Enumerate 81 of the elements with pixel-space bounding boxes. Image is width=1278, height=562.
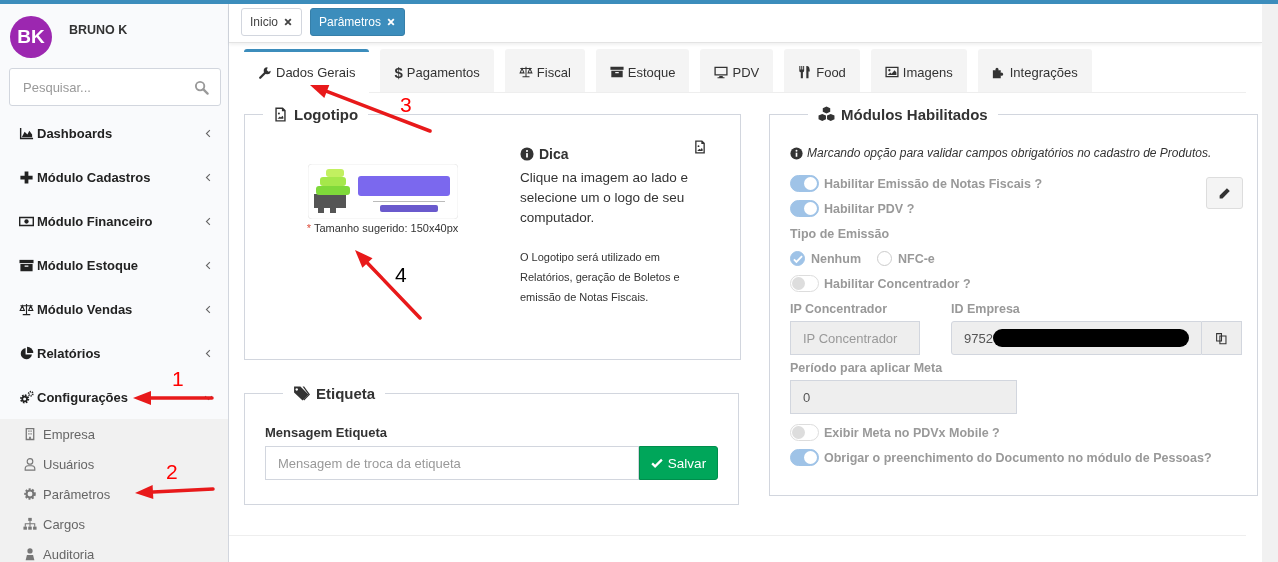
menu-item[interactable]: Relatórios bbox=[0, 342, 228, 364]
tags-icon bbox=[293, 384, 310, 402]
tab[interactable]: Integrações bbox=[977, 49, 1092, 92]
field-label: Período para aplicar Meta bbox=[790, 359, 944, 377]
info-icon bbox=[520, 147, 534, 161]
field-label: IP Concentrador bbox=[790, 300, 888, 318]
tip-text: Clique na imagem ao lado e selecione um o logo de seu computador. bbox=[520, 169, 690, 227]
hierarchy-icon bbox=[23, 517, 37, 531]
user-avatar: BK bbox=[10, 16, 52, 58]
field-label: Mensagem Etiqueta bbox=[265, 425, 389, 440]
menu-item[interactable]: Módulo Estoque bbox=[0, 254, 228, 276]
user-icon bbox=[23, 457, 37, 471]
submenu-item[interactable]: Empresa bbox=[23, 424, 96, 444]
tab[interactable]: Food bbox=[784, 49, 860, 92]
dollar-icon: $ bbox=[394, 63, 403, 81]
toggle-label: Exibir Meta no PDVx Mobile ? bbox=[824, 425, 1000, 440]
tip-title: Dica bbox=[539, 146, 569, 162]
submenu-item[interactable]: Cargos bbox=[23, 514, 85, 534]
search-field[interactable]: Pesquisar... bbox=[9, 68, 221, 106]
menu-item[interactable]: Módulo Vendas bbox=[0, 298, 228, 320]
check-icon bbox=[650, 457, 663, 469]
size-hint: * Tamanho sugerido: 150x40px bbox=[306, 222, 459, 234]
tab[interactable]: Dados Gerais bbox=[244, 49, 370, 93]
scale-icon bbox=[19, 301, 34, 317]
page-tab[interactable]: Inicio bbox=[241, 8, 302, 36]
pie-chart-icon bbox=[19, 345, 34, 361]
scale-icon bbox=[518, 65, 533, 79]
chart-icon bbox=[19, 125, 34, 141]
close-icon bbox=[386, 17, 397, 27]
section-title: Módulos Habilitados bbox=[808, 104, 998, 124]
submenu-item[interactable]: Usuários bbox=[23, 454, 95, 474]
toggle-label: Habilitar PDV ? bbox=[824, 201, 915, 216]
pencil-icon bbox=[1217, 186, 1231, 200]
image-icon bbox=[884, 65, 899, 79]
box-icon bbox=[609, 65, 624, 79]
menu-item[interactable]: Módulo Cadastros bbox=[0, 166, 228, 188]
image-file-icon bbox=[693, 140, 707, 154]
annotation-number: 2 bbox=[166, 460, 178, 483]
gear-icon bbox=[23, 487, 37, 501]
wrench-icon bbox=[258, 65, 272, 80]
submenu-item[interactable]: Parâmetros bbox=[23, 484, 111, 504]
tab[interactable]: Fiscal bbox=[504, 49, 585, 92]
search-icon bbox=[194, 80, 209, 95]
submenu-item[interactable]: Auditoria bbox=[23, 544, 95, 562]
close-icon bbox=[283, 17, 293, 27]
image-file-icon bbox=[273, 106, 288, 122]
toggle-label: Habilitar Emissão de Notas Fiscais ? bbox=[824, 176, 1043, 191]
field-label: Tipo de Emissão bbox=[790, 225, 891, 243]
radio-label: NFC-e bbox=[898, 251, 935, 266]
annotation-number: 3 bbox=[400, 93, 412, 116]
menu-item[interactable]: Dashboards bbox=[0, 122, 228, 144]
tab[interactable]: Estoque bbox=[595, 49, 690, 92]
tab[interactable]: PDV bbox=[700, 49, 774, 92]
gears-icon bbox=[19, 389, 34, 405]
building-icon bbox=[23, 427, 37, 441]
box-icon bbox=[19, 257, 34, 273]
info-note: Marcando opção para validar campos obrigatórios no cadastro de Produtos. bbox=[807, 146, 1212, 160]
toggle-label: Habilitar Concentrador ? bbox=[824, 276, 971, 291]
menu-item[interactable]: Módulo Financeiro bbox=[0, 210, 228, 232]
cubes-icon bbox=[818, 105, 835, 123]
tab[interactable]: Imagens bbox=[870, 49, 967, 92]
fork-knife-icon bbox=[798, 65, 813, 79]
field-label: ID Empresa bbox=[951, 300, 1021, 318]
check-icon bbox=[792, 253, 803, 264]
annotation-arrow bbox=[355, 250, 422, 320]
puzzle-icon bbox=[991, 65, 1006, 79]
user-name: BRUNO K bbox=[69, 23, 128, 39]
copy-icon bbox=[1214, 331, 1228, 345]
section-title: Logotipo bbox=[263, 104, 369, 124]
monitor-icon bbox=[714, 65, 729, 79]
section-title: Etiqueta bbox=[283, 383, 386, 403]
annotation-number: 4 bbox=[395, 263, 407, 286]
radio-label: Nenhum bbox=[811, 251, 861, 266]
plus-icon bbox=[19, 169, 34, 185]
toggle-label: Obrigar o preenchimento do Documento no módulo de Pessoas? bbox=[824, 450, 1212, 465]
usage-text: O Logotipo será utilizado em Relatórios, geração de Boletos e emissão de Notas Fiscais. bbox=[520, 250, 681, 305]
scrollbar[interactable] bbox=[1262, 4, 1278, 562]
info-icon bbox=[790, 146, 803, 160]
person-icon bbox=[23, 547, 37, 561]
page-tab[interactable]: Parâmetros bbox=[310, 8, 406, 36]
tab[interactable]: $ Pagamentos bbox=[380, 49, 494, 92]
